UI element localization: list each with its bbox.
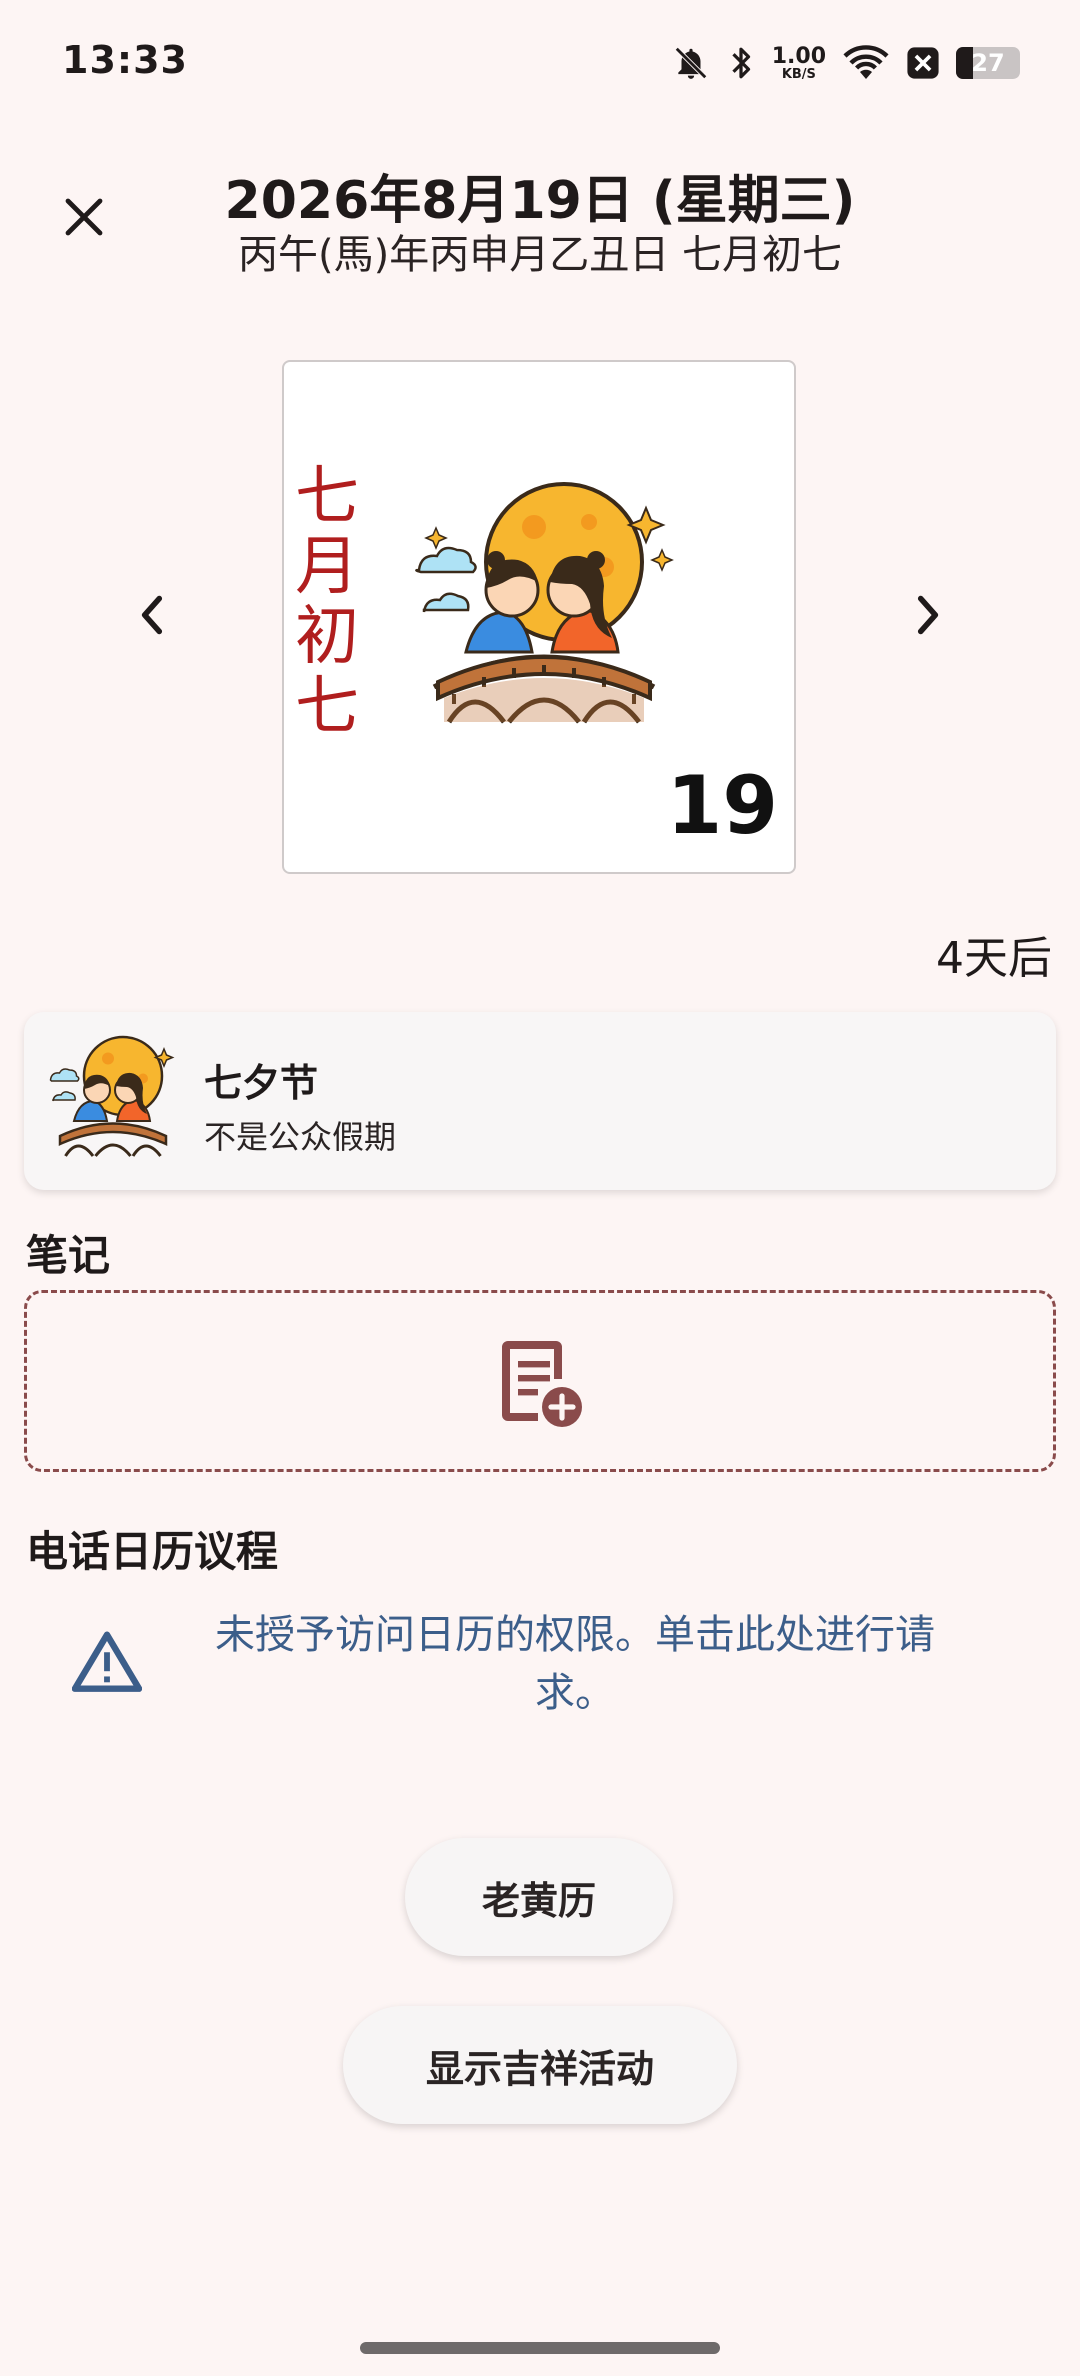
chevron-right-icon: [917, 595, 939, 635]
permission-message: 未授予访问日历的权限。单击此处进行请求。: [215, 1612, 935, 1716]
day-card: 七 月 初 七 19: [282, 360, 796, 874]
lunar-date-vertical: 七 月 初 七: [292, 462, 362, 742]
almanac-button[interactable]: 老黄历: [405, 1838, 673, 1956]
qixi-illustration: [415, 482, 674, 724]
holiday-description: 不是公众假期: [204, 1118, 397, 1156]
previous-day-button[interactable]: [122, 585, 182, 645]
days-until: 4天后: [936, 933, 1052, 984]
warning-icon: [72, 1631, 142, 1692]
lunar-char: 初: [295, 600, 359, 674]
add-note-icon: [502, 1341, 582, 1427]
lunar-char: 七: [295, 460, 359, 534]
qixi-thumbnail-icon: [49, 1035, 175, 1157]
status-icons: 1.00 KB/S 27: [672, 40, 1020, 86]
holiday-name: 七夕节: [204, 1061, 319, 1105]
lunar-char: 七: [295, 670, 359, 744]
net-speed-value: 1.00: [771, 43, 826, 69]
bluetooth-icon: [726, 43, 756, 83]
agenda-section-title: 电话日历议程: [26, 1527, 279, 1576]
show-auspicious-activities-button[interactable]: 显示吉祥活动: [343, 2006, 737, 2124]
chevron-left-icon: [141, 595, 163, 635]
add-note-button[interactable]: [24, 1290, 1056, 1472]
wifi-icon: [842, 44, 890, 82]
mute-bell-icon: [672, 44, 710, 82]
battery-level: 27: [971, 49, 1005, 77]
x-app-icon: [906, 46, 940, 80]
home-gesture-bar[interactable]: [360, 2342, 720, 2354]
status-bar: 13:33 1.00 KB/S 27: [0, 0, 1080, 120]
day-number: 19: [666, 759, 778, 852]
battery-indicator: 27: [956, 47, 1020, 79]
calendar-permission-request[interactable]: 未授予访问日历的权限。单击此处进行请求。: [0, 1600, 1080, 1730]
notes-section-title: 笔记: [26, 1231, 111, 1280]
lunar-char: 月: [295, 530, 359, 604]
status-time: 13:33: [62, 38, 188, 82]
next-day-button[interactable]: [898, 585, 958, 645]
holiday-card[interactable]: 七夕节 不是公众假期: [24, 1012, 1056, 1190]
net-speed: 1.00 KB/S: [771, 43, 826, 82]
lunar-date-subtitle: 丙午(馬)年丙申月乙丑日 七月初七: [238, 232, 842, 278]
net-speed-unit: KB/S: [781, 66, 816, 82]
